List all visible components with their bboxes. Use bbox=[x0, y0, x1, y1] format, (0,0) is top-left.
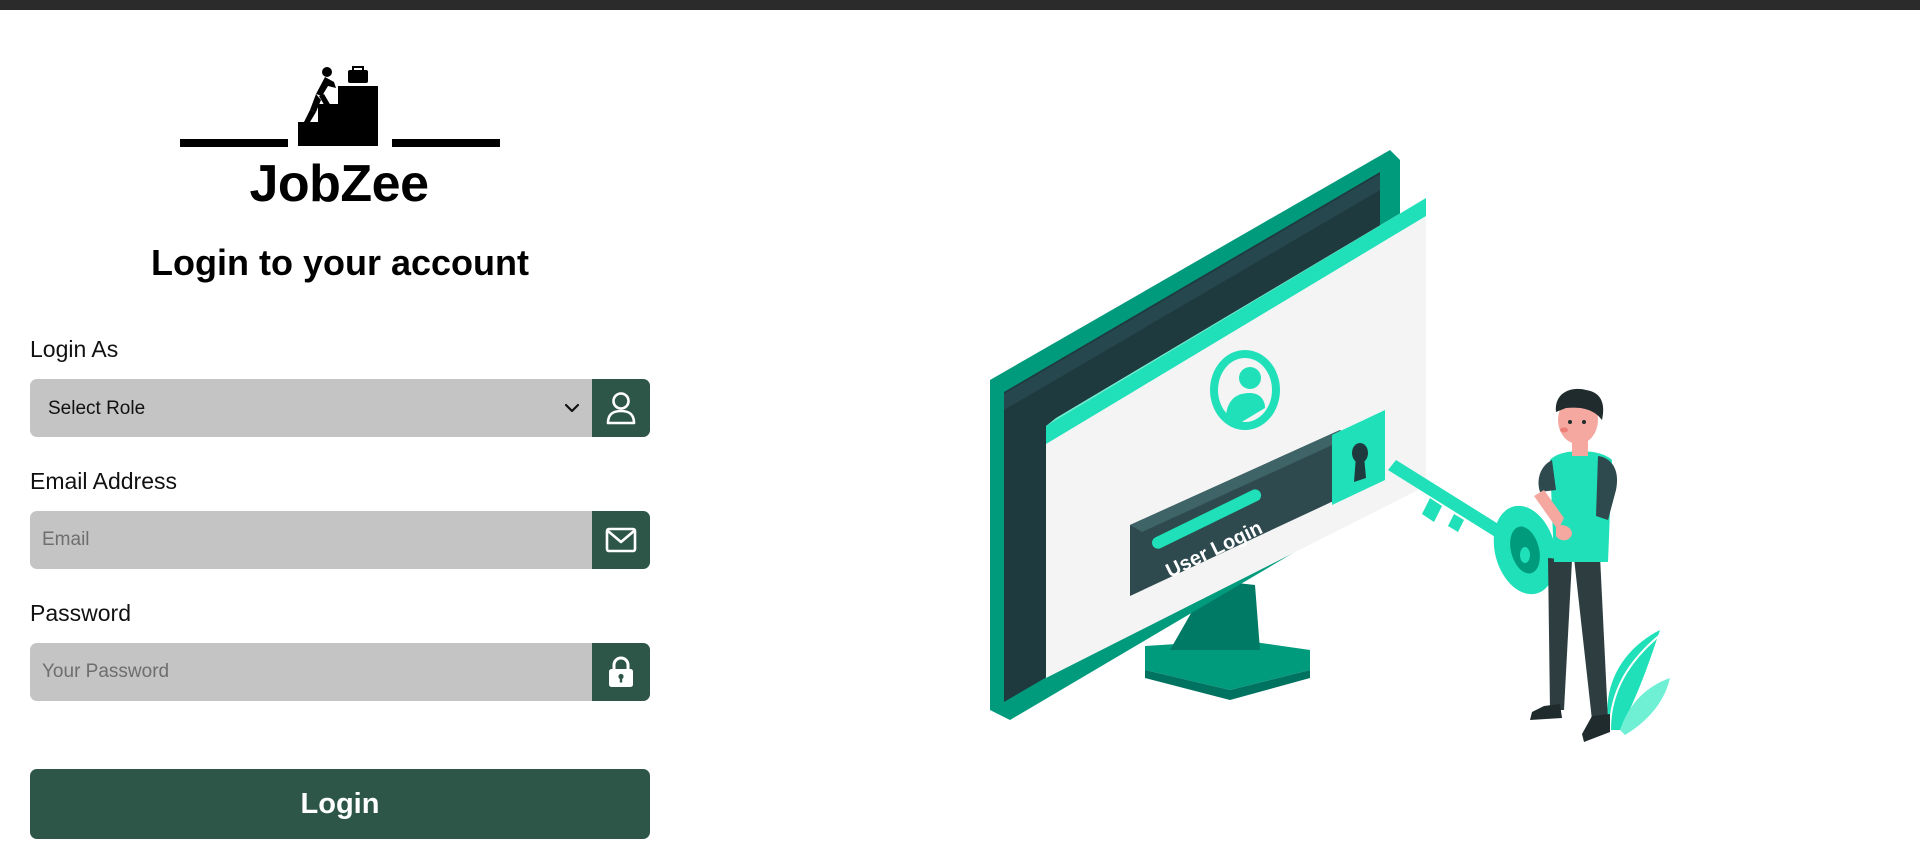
avatar-badge-icon bbox=[1210, 350, 1280, 430]
user-icon bbox=[606, 392, 636, 425]
role-label: Login As bbox=[30, 336, 119, 362]
email-field bbox=[30, 511, 650, 569]
login-button[interactable]: Login bbox=[30, 769, 650, 839]
role-select[interactable]: Select Role bbox=[30, 379, 592, 437]
role-field: Select Role bbox=[30, 379, 650, 437]
envelope-icon bbox=[605, 527, 637, 553]
lock-icon-box bbox=[592, 643, 650, 701]
climber-stairs-briefcase-icon bbox=[298, 66, 378, 146]
user-icon-box bbox=[592, 379, 650, 437]
brand-name: JobZee bbox=[249, 155, 429, 213]
email-label: Email Address bbox=[30, 468, 178, 494]
password-field bbox=[30, 643, 650, 701]
plant-icon bbox=[1607, 630, 1670, 735]
login-illustration: User Login bbox=[990, 150, 1670, 742]
logo-line-right bbox=[392, 139, 500, 147]
brand-logo: JobZee bbox=[178, 66, 500, 214]
email-input[interactable] bbox=[30, 511, 592, 569]
envelope-icon-box bbox=[592, 511, 650, 569]
window-top-bar bbox=[0, 0, 1920, 10]
password-label: Password bbox=[30, 600, 131, 626]
password-input[interactable] bbox=[30, 643, 592, 701]
logo-line-left bbox=[180, 139, 288, 147]
page-title: Login to your account bbox=[151, 242, 529, 283]
lock-icon bbox=[609, 656, 633, 687]
